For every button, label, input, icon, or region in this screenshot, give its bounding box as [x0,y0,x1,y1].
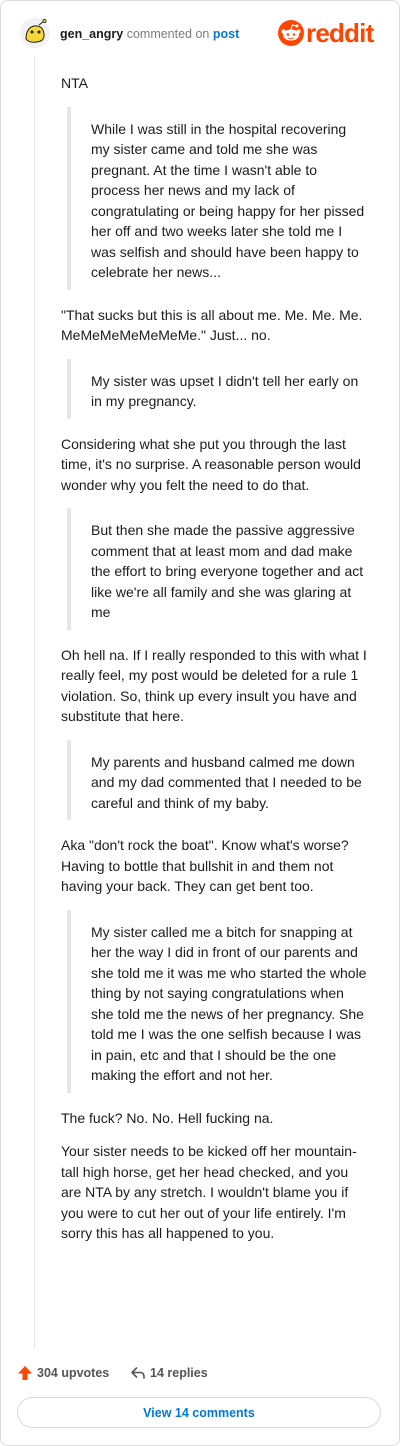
reddit-wordmark: reddit [306,18,374,48]
reply-arrow-icon [131,1367,145,1379]
comment-paragraph: "That sucks but this is all about me. Me… [61,306,363,344]
avatar[interactable] [20,18,50,48]
avatar-icon [20,18,50,48]
blockquote: While I was still in the hospital recove… [67,106,367,290]
comment-meta: gen_angry commented on post [60,26,239,42]
replies-button[interactable]: 14 replies [130,1365,208,1381]
post-link[interactable]: post [213,27,239,41]
blockquote: My sister was upset I didn't tell her ea… [67,358,367,419]
quote-text: My sister called me a bitch for snapping… [91,923,367,1084]
comment-paragraph: Your sister needs to be kicked off her m… [61,1143,357,1241]
thread-line[interactable] [34,56,35,1348]
username-link[interactable]: gen_angry [60,27,123,41]
upvote-button[interactable]: 304 upvotes [17,1365,109,1381]
reddit-snoo-icon [278,20,304,46]
action-text: commented on [126,27,210,41]
comment-paragraph: Aka "don't rock the boat". Know what's w… [61,837,349,894]
comment-paragraph: NTA [61,75,88,91]
blockquote: But then she made the passive aggressive… [67,508,367,630]
quote-text: My sister was upset I didn't tell her ea… [91,372,359,410]
comment-paragraph: The fuck? No. No. Hell fucking na. [61,1109,274,1126]
upvote-count: 304 upvotes [37,1366,110,1380]
comment-body: NTA While I was still in the hospital rec… [61,73,367,1257]
view-comments-button[interactable]: View 14 comments [17,1397,381,1428]
comment-paragraph: Considering what she put you through the… [61,435,361,493]
replies-count: 14 replies [150,1366,208,1380]
reddit-logo[interactable]: reddit [278,18,374,48]
quote-text: But then she made the passive aggressive… [91,522,364,620]
blockquote: My parents and husband calmed me down an… [67,739,367,820]
quote-text: While I was still in the hospital recove… [91,120,365,281]
quote-text: My parents and husband calmed me down an… [91,753,362,811]
blockquote: My sister called me a bitch for snapping… [67,909,367,1093]
comment-paragraph: Oh hell na. If I really responded to thi… [61,646,367,725]
upvote-arrow-icon [18,1366,32,1380]
comment-header: gen_angry commented on post reddit [0,0,400,62]
comment-footer: 304 upvotes 14 replies [0,1360,400,1388]
